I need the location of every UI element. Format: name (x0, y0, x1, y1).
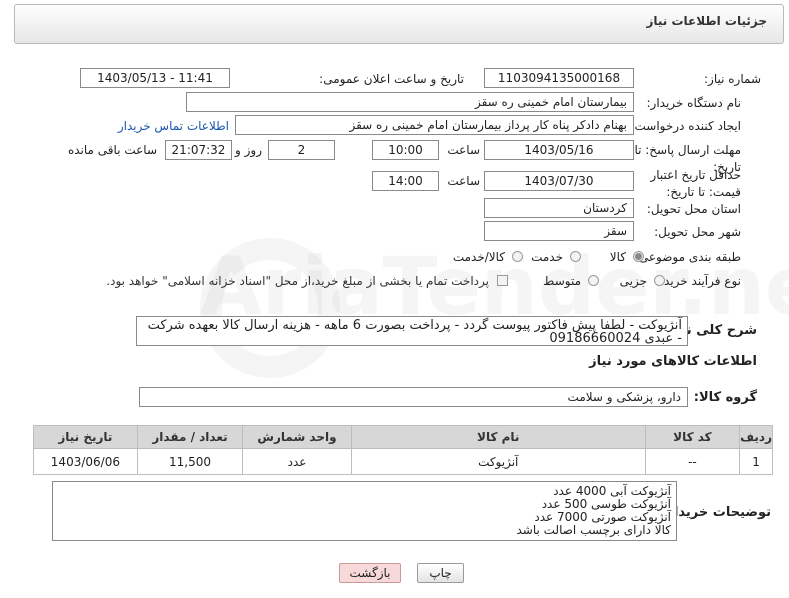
category-radio-service[interactable] (570, 251, 581, 262)
deadline-time-field: 10:00 (372, 140, 439, 160)
col-unit-header: واحد شمارش (242, 425, 352, 449)
cell-code: -- (644, 448, 741, 475)
back-button[interactable]: بازگشت (339, 563, 401, 583)
need-number-label: شماره نیاز: (704, 72, 761, 86)
col-row-header: ردیف (739, 425, 773, 449)
process-option-minor: جزیی (619, 274, 647, 288)
cell-name: آنژیوکت (350, 448, 646, 475)
cell-date: 1403/06/06 (33, 448, 138, 475)
creator-field: بهنام دادکر پناه کار پرداز بیمارستان اما… (235, 115, 634, 135)
category-option-goods: کالا (609, 250, 626, 264)
cell-row: 1 (739, 448, 773, 475)
process-option-medium: متوسط (543, 274, 581, 288)
province-field: کردستان (484, 198, 634, 218)
announce-date-field: 1403/05/13 - 11:41 (80, 68, 230, 88)
process-radio-medium[interactable] (588, 275, 599, 286)
days-label: روز و (235, 143, 262, 157)
buyer-org-field: بیمارستان امام خمینی ره سقز (186, 92, 634, 112)
col-date-header: تاریخ نیاز (33, 425, 138, 449)
treasury-checkbox[interactable] (497, 275, 508, 286)
remaining-time-field: 21:07:32 (165, 140, 232, 160)
col-name-header: نام کالا (350, 425, 646, 449)
deadline-time-label: ساعت (447, 143, 480, 157)
category-option-goods-service: کالا/خدمت (452, 250, 505, 264)
watermark-logo (200, 238, 340, 378)
print-button[interactable]: چاپ (417, 563, 464, 583)
table-row: 1 -- آنژیوکت عدد 11,500 1403/06/06 (33, 448, 773, 475)
buyer-org-label: نام دستگاه خریدار: (646, 96, 742, 110)
validity-label: حداقل تاریخ اعتبار قیمت: تا تاریخ: (650, 168, 741, 199)
treasury-note: پرداخت تمام یا بخشی از مبلغ خرید،از محل … (106, 274, 489, 288)
process-radio-minor[interactable] (654, 275, 665, 286)
buyer-notes-field: آنژیوکت آبی 4000 عدد آنژیوکت طوسی 500 عد… (52, 481, 677, 541)
city-label: شهر محل تحویل: (654, 225, 741, 239)
cell-qty: 11,500 (136, 448, 244, 475)
days-field: 2 (268, 140, 335, 160)
validity-time-field: 14:00 (372, 171, 439, 191)
validity-time-label: ساعت (447, 174, 480, 188)
category-option-service: خدمت (531, 250, 563, 264)
goods-group-label: گروه کالا: (693, 390, 757, 405)
creator-label: ایجاد کننده درخواست: (630, 119, 741, 133)
category-radio-goods[interactable] (633, 251, 644, 262)
buyer-notes-label: توضیحات خریدار: (661, 505, 771, 520)
category-label: طبقه بندی موضوعی: (634, 250, 741, 264)
table-header-row: ردیف کد کالا نام کالا واحد شمارش تعداد /… (33, 425, 773, 449)
need-number-field: 1103094135000168 (484, 68, 634, 88)
items-table: ردیف کد کالا نام کالا واحد شمارش تعداد /… (33, 425, 773, 475)
validity-date-field: 1403/07/30 (484, 171, 634, 191)
buyer-note-line: کالا دارای برچسب اصالت باشد (516, 523, 671, 537)
process-label: نوع فرآیند خرید : (656, 274, 741, 288)
page-title: جزئیات اطلاعات نیاز (646, 14, 767, 28)
goods-group-field: دارو، پزشکی و سلامت (139, 387, 688, 407)
description-field: آنژیوکت - لطفا پیش فاکتور پیوست گردد - پ… (136, 316, 688, 346)
city-field: سقز (484, 221, 634, 241)
buyer-contact-link[interactable]: اطلاعات تماس خریدار (118, 119, 229, 133)
col-qty-header: تعداد / مقدار (136, 425, 244, 449)
cell-unit: عدد (242, 448, 352, 475)
col-code-header: کد کالا (644, 425, 741, 449)
goods-section-title: اطلاعات کالاهای مورد نیاز (589, 354, 757, 369)
announce-date-label: تاریخ و ساعت اعلان عمومی: (319, 72, 464, 86)
deadline-date-field: 1403/05/16 (484, 140, 634, 160)
remaining-time-label: ساعت باقی مانده (67, 143, 157, 157)
category-radio-goods-service[interactable] (512, 251, 523, 262)
province-label: استان محل تحویل: (646, 202, 741, 216)
